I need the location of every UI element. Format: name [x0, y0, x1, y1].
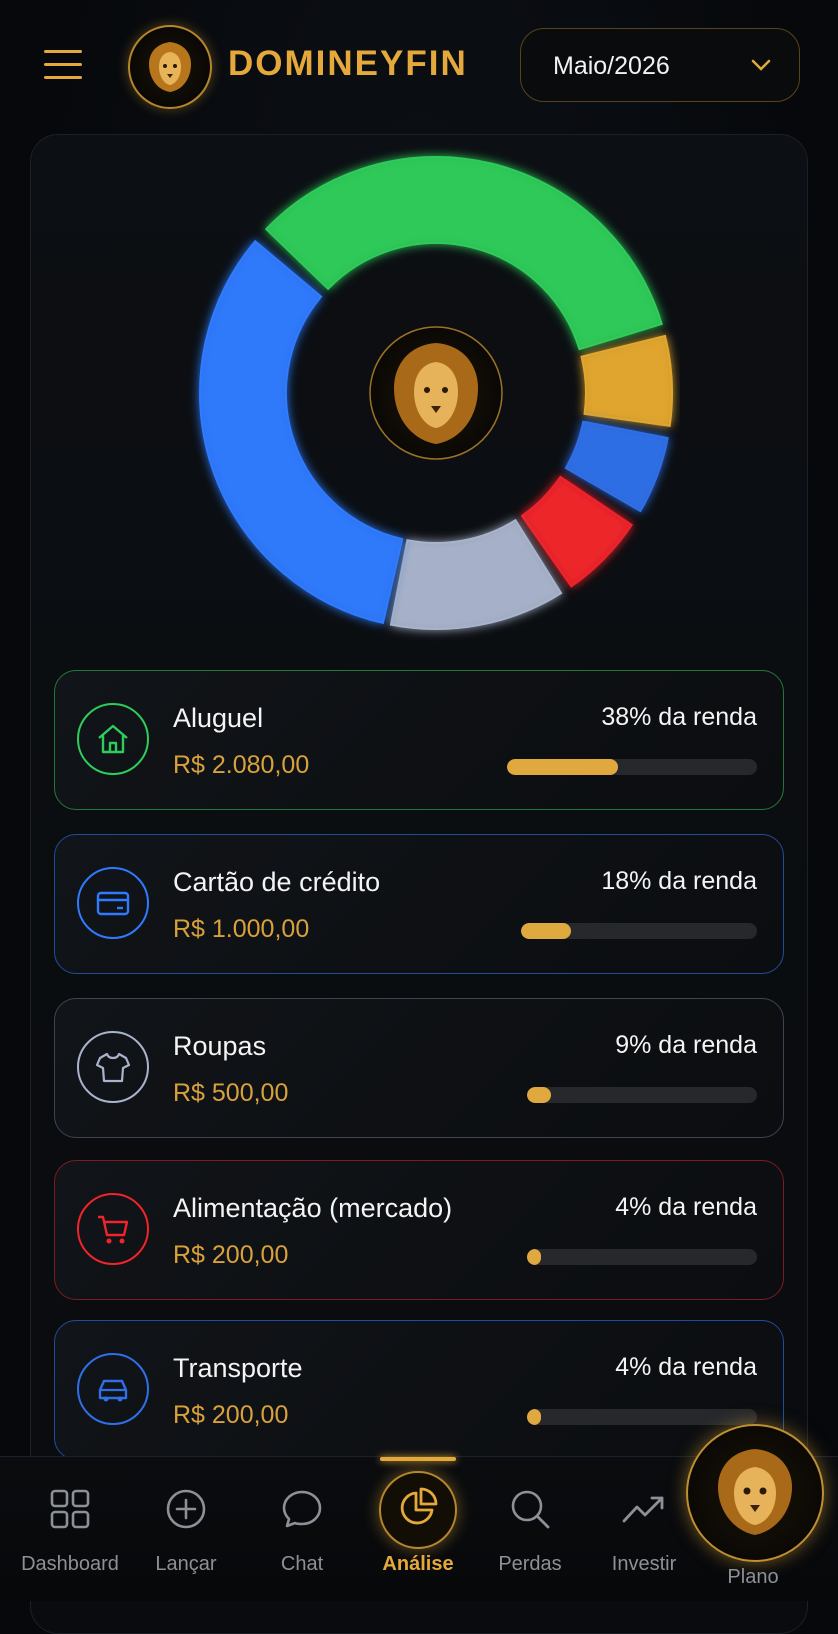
nav-label: Lançar [155, 1553, 217, 1575]
app-header: DOMINEYFIN Maio/2026 [0, 0, 838, 130]
menu-button[interactable] [44, 50, 82, 80]
category-amount: R$ 2.080,00 [173, 751, 310, 779]
grid-icon [50, 1489, 90, 1529]
progress-track [521, 923, 757, 939]
brand-name: DOMINEYFIN [228, 44, 468, 83]
plus-circle-icon [166, 1489, 206, 1529]
nav-label: Dashboard [21, 1553, 119, 1575]
progress-fill [527, 1409, 541, 1425]
category-amount: R$ 200,00 [173, 1241, 289, 1269]
car-icon [77, 1353, 149, 1425]
menu-line [44, 63, 82, 66]
category-percentage: 4% da renda [615, 1193, 757, 1221]
progress-fill [507, 759, 619, 775]
nav-dashboard[interactable]: Dashboard [12, 1457, 128, 1601]
cart-icon [77, 1193, 149, 1265]
category-name: Alimentação (mercado) [173, 1193, 453, 1223]
progress-fill [521, 923, 571, 939]
menu-line [44, 50, 82, 53]
donut-slice-outros [580, 334, 673, 427]
active-indicator [380, 1457, 456, 1461]
credit-card-icon [77, 867, 149, 939]
category-name: Cartão de crédito [173, 867, 381, 897]
chat-bubble-icon [282, 1490, 322, 1528]
trend-up-icon [622, 1496, 664, 1523]
progress-track [527, 1249, 757, 1265]
category-percentage: 4% da renda [615, 1353, 757, 1381]
chevron-down-icon [751, 59, 771, 71]
category-name: Aluguel [173, 703, 264, 733]
category-name: Transporte [173, 1353, 303, 1383]
month-value: Maio/2026 [553, 52, 670, 80]
category-row-transporte[interactable]: Transporte R$ 200,00 4% da renda [54, 1320, 784, 1460]
nav-lancar[interactable]: Lançar [128, 1457, 244, 1601]
lion-avatar-icon [718, 1449, 792, 1535]
plan-lion-button[interactable] [686, 1424, 824, 1562]
nav-analise[interactable]: Análise [360, 1457, 476, 1601]
lion-logo-icon [128, 25, 212, 109]
donut-slice-aluguel [264, 156, 663, 351]
category-row-aluguel[interactable]: Aluguel R$ 2.080,00 38% da renda [54, 670, 784, 810]
nav-chat[interactable]: Chat [244, 1457, 360, 1601]
nav-plano-label: Plano [727, 1566, 779, 1588]
nav-perdas[interactable]: Perdas [472, 1457, 588, 1601]
category-name: Roupas [173, 1031, 267, 1061]
nav-investir[interactable]: Investir [586, 1457, 702, 1601]
progress-track [507, 759, 757, 775]
search-icon [511, 1490, 550, 1529]
category-percentage: 9% da renda [615, 1031, 757, 1059]
category-amount: R$ 200,00 [173, 1401, 289, 1429]
shirt-icon [77, 1031, 149, 1103]
progress-track [527, 1087, 757, 1103]
lion-center-icon [369, 326, 503, 460]
donut-slice-cart-o-de-cr-dito [199, 239, 404, 625]
category-amount: R$ 1.000,00 [173, 915, 310, 943]
progress-fill [527, 1087, 552, 1103]
category-amount: R$ 500,00 [173, 1079, 289, 1107]
nav-label: Análise [382, 1553, 454, 1575]
expense-donut-chart [199, 156, 673, 630]
category-row-roupas[interactable]: Roupas R$ 500,00 9% da renda [54, 998, 784, 1138]
category-row-alimentacao[interactable]: Alimentação (mercado) R$ 200,00 4% da re… [54, 1160, 784, 1300]
progress-track [527, 1409, 757, 1425]
nav-label: Perdas [498, 1553, 562, 1575]
pie-chart-icon [400, 1487, 438, 1525]
house-icon [77, 703, 149, 775]
category-percentage: 38% da renda [601, 703, 757, 731]
progress-fill [527, 1249, 541, 1265]
nav-label: Chat [280, 1553, 324, 1575]
category-percentage: 18% da renda [601, 867, 757, 895]
month-selector[interactable]: Maio/2026 [520, 28, 800, 102]
menu-line [44, 76, 82, 79]
category-row-cartao[interactable]: Cartão de crédito R$ 1.000,00 18% da ren… [54, 834, 784, 974]
nav-label: Investir [611, 1553, 677, 1575]
